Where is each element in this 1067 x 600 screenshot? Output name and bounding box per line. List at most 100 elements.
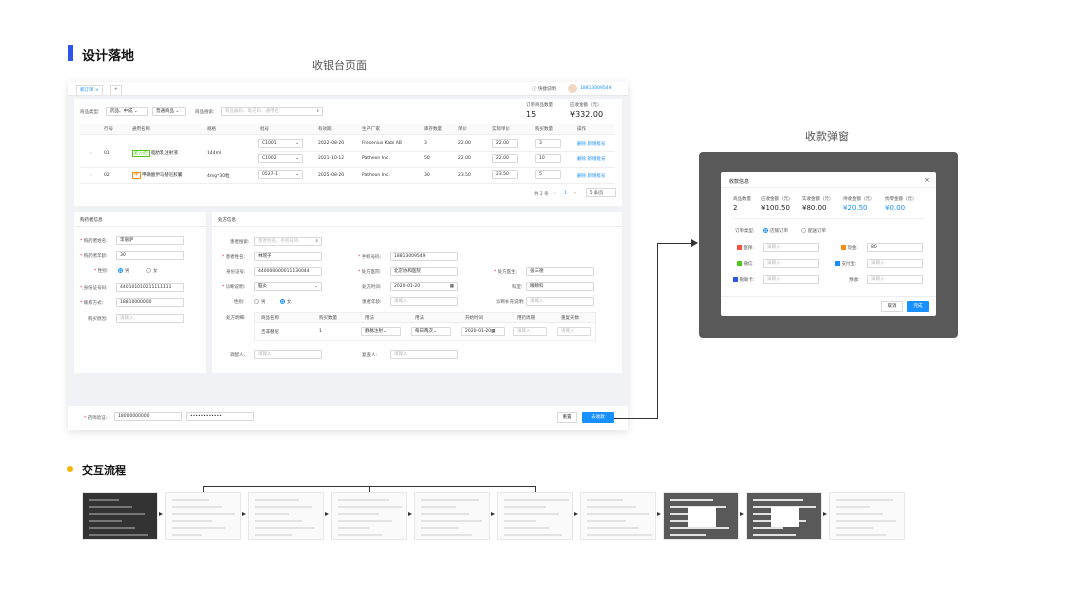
table-row-name[interactable]: 处方药 脂肪乳注射液 [132,150,178,157]
buyer-name-input[interactable]: 李丽萨 [116,236,184,245]
phone-input[interactable]: 18813009549 [390,252,458,261]
done-button[interactable]: 完成 [907,301,929,312]
page-size-select[interactable]: 5 条/页 [586,188,616,197]
rx-age-input[interactable]: 请输入 [390,297,458,306]
mini-modal [688,507,716,527]
frequency-select[interactable]: 每日两次⌄ [411,327,451,336]
type-select[interactable]: 药品、中成 ⌄ [106,107,148,116]
cycle-input[interactable]: 请输入 [513,327,547,336]
usage-select[interactable]: 静脉注射⌄ [361,327,401,336]
expand-icon[interactable]: › [90,151,92,156]
patient-search-input[interactable]: 患者姓名、手机号码 ⌕ [254,237,322,246]
buyer-age-input[interactable]: 30 [116,251,184,260]
real-price-input[interactable]: 22.00 [492,154,518,163]
pay-cash-label: 现金: [841,245,858,251]
pay-wechat-input[interactable]: 请输入 [763,259,819,268]
flow-thumbnail[interactable] [663,492,739,540]
page-number[interactable]: 1 [564,191,567,196]
flow-thumbnail[interactable] [331,492,407,540]
pay-unionpay-input[interactable]: 请输入 [763,275,819,284]
dispense-input[interactable]: 请输入 [254,350,322,359]
buyer-age-label: * 购药者年龄: [80,254,108,259]
flow-thumbnail[interactable] [497,492,573,540]
real-price-input[interactable]: 23.50 [492,170,518,179]
delete-link[interactable]: 删除 新增批号 [577,173,605,179]
table-header: 行号 通用名称 规格 批号 有效期 生产厂家 库存数量 单价 实际单价 购买数量… [80,124,615,135]
lot-select[interactable]: C1001 ⌄ [258,139,303,148]
order-type-store[interactable]: 店铺订单 [763,228,788,234]
flow-thumbnail[interactable] [829,492,905,540]
rx-age-label: 患者年龄: [362,300,382,305]
pay-medical-input[interactable]: 请输入 [763,243,819,252]
amount-value: ¥332.00 [570,110,604,119]
dispense-label: 调配人: [230,353,246,358]
lot-select[interactable]: C1002 ⌄ [258,154,303,163]
prev-page-icon[interactable]: ‹ [554,191,556,196]
medical-icon [737,245,742,250]
real-price-input[interactable]: 22.00 [492,139,518,148]
detail-label: 处方明细: [226,316,246,321]
expand-icon[interactable]: › [90,173,92,178]
table-row-spec: 144ml [207,151,222,156]
review-input[interactable]: 请输入 [390,350,458,359]
design-title: 设计落地 [82,49,135,64]
product-search-input[interactable]: 商品编码、助记码、通用名 ⌕ [221,107,323,116]
flow-arrow-icon [159,512,163,516]
avatar[interactable] [568,84,577,93]
flow-thumbnail[interactable] [746,492,822,540]
qty-input[interactable]: 3 [535,139,561,148]
buyer-id-input[interactable]: 440101010211111111 [116,283,184,292]
delete-link[interactable]: 删除 新增批号 [577,156,605,162]
flow-thumbnail[interactable] [580,492,656,540]
reset-button[interactable]: 重置 [557,412,577,423]
rx-gender-male[interactable]: 男 [254,299,266,305]
unionpay-icon [733,277,738,282]
cancel-button[interactable]: 取消 [881,301,903,312]
exp-date: 2025-08-20 [318,173,345,178]
tab-add[interactable]: + [110,85,122,95]
user-phone[interactable]: 18813009549 [580,86,612,91]
delete-link[interactable]: 删除 新增批号 [577,141,605,147]
start-date[interactable]: 2020-01-20▦ [461,327,505,336]
buyer-contact-input[interactable]: 18810000000 [116,298,184,307]
gender-female-radio[interactable]: 女 [146,268,158,274]
repeat-input[interactable]: 请输入 [557,327,591,336]
pharmacist-input[interactable]: 18000000000 [114,412,182,421]
patient-name-input[interactable]: 林瑶子 [254,252,322,261]
pay-cash-input[interactable]: 80 [867,243,923,252]
extra-input[interactable]: 请输入 [526,297,594,306]
pay-prepaid-input[interactable]: 请输入 [867,275,923,284]
flow-thumbnail[interactable] [248,492,324,540]
quick-help[interactable]: ⓘ 快捷说明 [532,86,556,92]
next-page-icon[interactable]: › [574,191,576,196]
flow-arrow-icon [574,512,578,516]
lot-select[interactable]: 0527-1 ⌄ [258,170,303,179]
doctor-input[interactable]: 张三德 [526,267,594,276]
flow-title: 交互流程 [82,464,126,477]
rx-gender-female[interactable]: 女 [280,299,292,305]
type2-select[interactable]: 普通商品 ⌄ [152,107,186,116]
flow-connector [203,486,369,487]
password-input[interactable]: •••••••••••• [186,412,254,421]
pay-alipay-input[interactable]: 请输入 [867,259,923,268]
close-icon[interactable]: × [924,176,930,184]
payment-modal: 收款信息 × 商品数量 2 应收金额（元） ¥100.50 实收金额（元） ¥8… [721,172,936,316]
dept-input[interactable]: 眼睛科 [526,282,594,291]
flow-thumbnail[interactable] [165,492,241,540]
diagnosis-select[interactable]: 脑炎 ⌄ [254,282,322,291]
flow-thumbnail[interactable] [414,492,490,540]
tab-new-order[interactable]: 新订单 × [76,85,103,95]
price: 22.00 [458,141,471,146]
connector-line [657,243,658,419]
qty-input[interactable]: 5 [535,170,561,179]
time-picker[interactable]: 2020-01-20 ▦ [390,282,458,291]
order-type-delivery[interactable]: 配送订单 [801,228,826,234]
flow-thumbnail[interactable] [82,492,158,540]
qty-input[interactable]: 10 [535,154,561,163]
hospital-input[interactable]: 北京协和医院 [390,267,458,276]
collect-button[interactable]: 去收款 [582,412,614,423]
id-input[interactable]: 440000000011130044 [254,267,322,276]
table-row-name[interactable]: 中 甲磺酸伊马替尼胶囊 [132,172,182,179]
buyer-reason-input[interactable]: 请输入 [116,314,184,323]
gender-male-radio[interactable]: 男 [118,268,130,274]
